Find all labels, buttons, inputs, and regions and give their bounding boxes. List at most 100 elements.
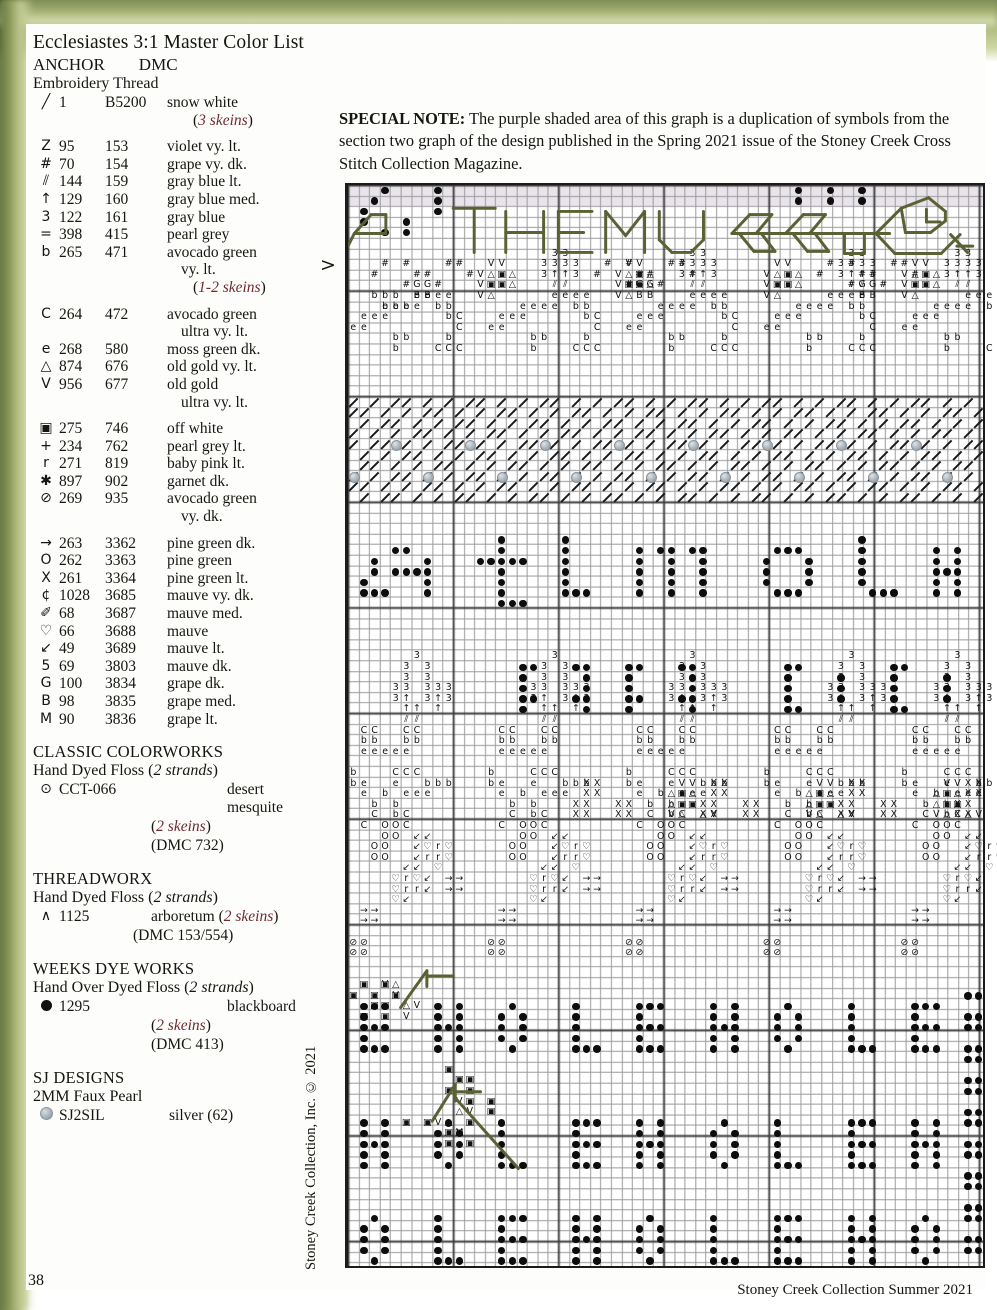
floss-symbol: 3 [41, 208, 51, 225]
brand-subheading: Hand Dyed Floss (2 strands) [33, 889, 218, 907]
floss-name: pine green lt. [167, 569, 249, 587]
floss-row: = 398 415 pearl grey [33, 226, 266, 244]
floss-name: garnet dk. [167, 472, 229, 490]
floss-anchor: 269 [59, 490, 83, 508]
backstitch-line [430, 1082, 457, 1123]
floss-row: X 261 3364 pine green lt. [33, 570, 266, 588]
floss-row-cont: vy. lt. [181, 261, 216, 279]
floss-symbol: e [41, 340, 51, 357]
brand-color-row: ⊙ CCT-066 desert mesquite [33, 781, 318, 817]
floss-row: ↑ 129 160 gray blue med. [33, 191, 266, 209]
floss-anchor: 122 [59, 208, 83, 226]
backstitch-line [939, 233, 962, 255]
brand-block: SJ DESIGNS 2MM Faux Pearl SJ2SIL silver (62… [33, 1068, 318, 1125]
backstitch-line [759, 232, 777, 253]
floss-row: ✐ 68 3687 mauve med. [33, 605, 266, 623]
spacer-row [33, 411, 266, 420]
floss-symbol: M [39, 710, 53, 727]
floss-dmc: 153 [105, 138, 129, 156]
floss-name: moss green dk. [167, 340, 261, 358]
floss-name: mauve med. [167, 605, 243, 623]
floss-anchor: 70 [59, 155, 75, 173]
floss-dmc: 3688 [105, 622, 136, 640]
floss-symbol: 5 [41, 657, 51, 674]
floss-symbol: ✱ [40, 472, 52, 489]
floss-symbol: + [40, 437, 52, 454]
brand-subheading: 2MM Faux Pearl [33, 1088, 143, 1106]
floss-name: mauve vy. dk. [167, 587, 254, 605]
floss-anchor: 144 [59, 173, 83, 191]
floss-dmc: B5200 [105, 94, 147, 111]
brand-equivalent: (DMC 413) [151, 1036, 224, 1054]
floss-anchor: 275 [59, 420, 83, 438]
backstitch-line [624, 209, 647, 238]
floss-dmc: 746 [105, 420, 129, 438]
backstitch-layer [348, 196, 975, 1170]
floss-symbol: Z [41, 138, 51, 155]
floss-anchor: 66 [59, 622, 75, 640]
master-color-list: Ecclesiastes 3:1 Master Color List ANCHO… [33, 32, 318, 1125]
brand-color-name: blackboard [227, 998, 296, 1016]
backstitch-line [813, 232, 831, 253]
brand-skeins: (2 skeins) [151, 1017, 211, 1035]
floss-symbol: ♡ [39, 622, 53, 639]
chart-cell: b [986, 777, 993, 789]
brand-skeins: (2 skeins) [151, 818, 211, 836]
floss-dmc: 677 [105, 375, 129, 393]
floss-anchor: 95 [59, 138, 75, 156]
floss-anchor: 271 [59, 455, 83, 473]
floss-anchor: 265 [59, 243, 83, 261]
floss-row: #70 154 grape vy. dk. [33, 156, 266, 174]
floss-anchor: 68 [59, 605, 75, 623]
backstitch-line [791, 232, 810, 253]
floss-symbol: ¢ [41, 587, 51, 604]
special-note: SPECIAL NOTE: The purple shaded area of … [339, 108, 987, 175]
floss-dmc: 3835 [105, 693, 136, 710]
row-marker-arrow: > [320, 254, 336, 276]
floss-symbol: = [40, 226, 52, 243]
floss-name: gray blue lt. [167, 173, 242, 191]
floss-dmc: 3685 [105, 587, 136, 605]
chart-cell: b [986, 300, 993, 312]
section-label: Embroidery Thread [33, 75, 159, 92]
brand-symbol: ⊙ [40, 781, 52, 798]
floss-row: ¢ 1028 3685 mauve vy. dk. [33, 587, 266, 605]
floss-dmc: 3687 [105, 605, 136, 623]
floss-row: ⊘ 269 935 avocado green [33, 490, 266, 508]
floss-symbol: G [40, 675, 52, 692]
blackboard-dot-icon [33, 998, 59, 1016]
floss-row: 5 69 3803 mauve dk. [33, 658, 266, 676]
col-dmc-header: DMC [138, 55, 178, 74]
floss-dmc: 935 [105, 490, 129, 508]
floss-anchor: 874 [59, 358, 83, 376]
brand-heading: WEEKS DYE WORKS [33, 959, 195, 979]
floss-symbol: r [43, 455, 49, 472]
chart-cell: 3 [986, 692, 993, 704]
floss-symbol: B [41, 693, 51, 709]
silver-bead-icon [33, 1107, 59, 1125]
brand-subheading: Hand Over Dyed Floss (2 strands) [33, 979, 254, 997]
floss-anchor: 1 [59, 94, 67, 111]
brand-sections: CLASSIC COLORWORKS Hand Dyed Floss (2 str… [33, 742, 318, 1125]
floss-symbol: ↑ [40, 190, 52, 207]
floss-name: mauve [167, 622, 209, 640]
floss-row: ↙ 49 3689 mauve lt. [33, 640, 266, 658]
brand-code: SJ2SIL [59, 1107, 105, 1125]
floss-table: ╱ 1 B5200 snow white (3 skeins) Z 95 153 violet … [33, 94, 266, 729]
backstitch-line [689, 238, 705, 254]
floss-anchor: 234 [59, 437, 83, 455]
backstitch-line [874, 206, 903, 236]
brand-block: WEEKS DYE WORKS Hand Over Dyed Floss (2 s… [33, 959, 318, 1054]
floss-row: ▣ 275 746 off white [33, 420, 266, 438]
floss-dmc: 3836 [105, 710, 136, 728]
floss-row: M 90 3836 grape lt. [33, 711, 266, 729]
floss-anchor: 261 [59, 569, 83, 587]
floss-dmc: 762 [105, 437, 129, 455]
floss-row: → 263 3362 pine green dk. [33, 535, 266, 553]
floss-name: pearl grey lt. [167, 437, 246, 455]
floss-dmc: 902 [105, 472, 129, 490]
floss-anchor: 262 [59, 552, 83, 570]
cross-stitch-chart: # # # # # # # # # G G # B B # # # # # # # # # G G # B B # # # # # # # # # G G #… [345, 183, 997, 1268]
floss-row: +234 762 pearl grey lt. [33, 438, 266, 456]
floss-name: pine green [167, 552, 232, 570]
